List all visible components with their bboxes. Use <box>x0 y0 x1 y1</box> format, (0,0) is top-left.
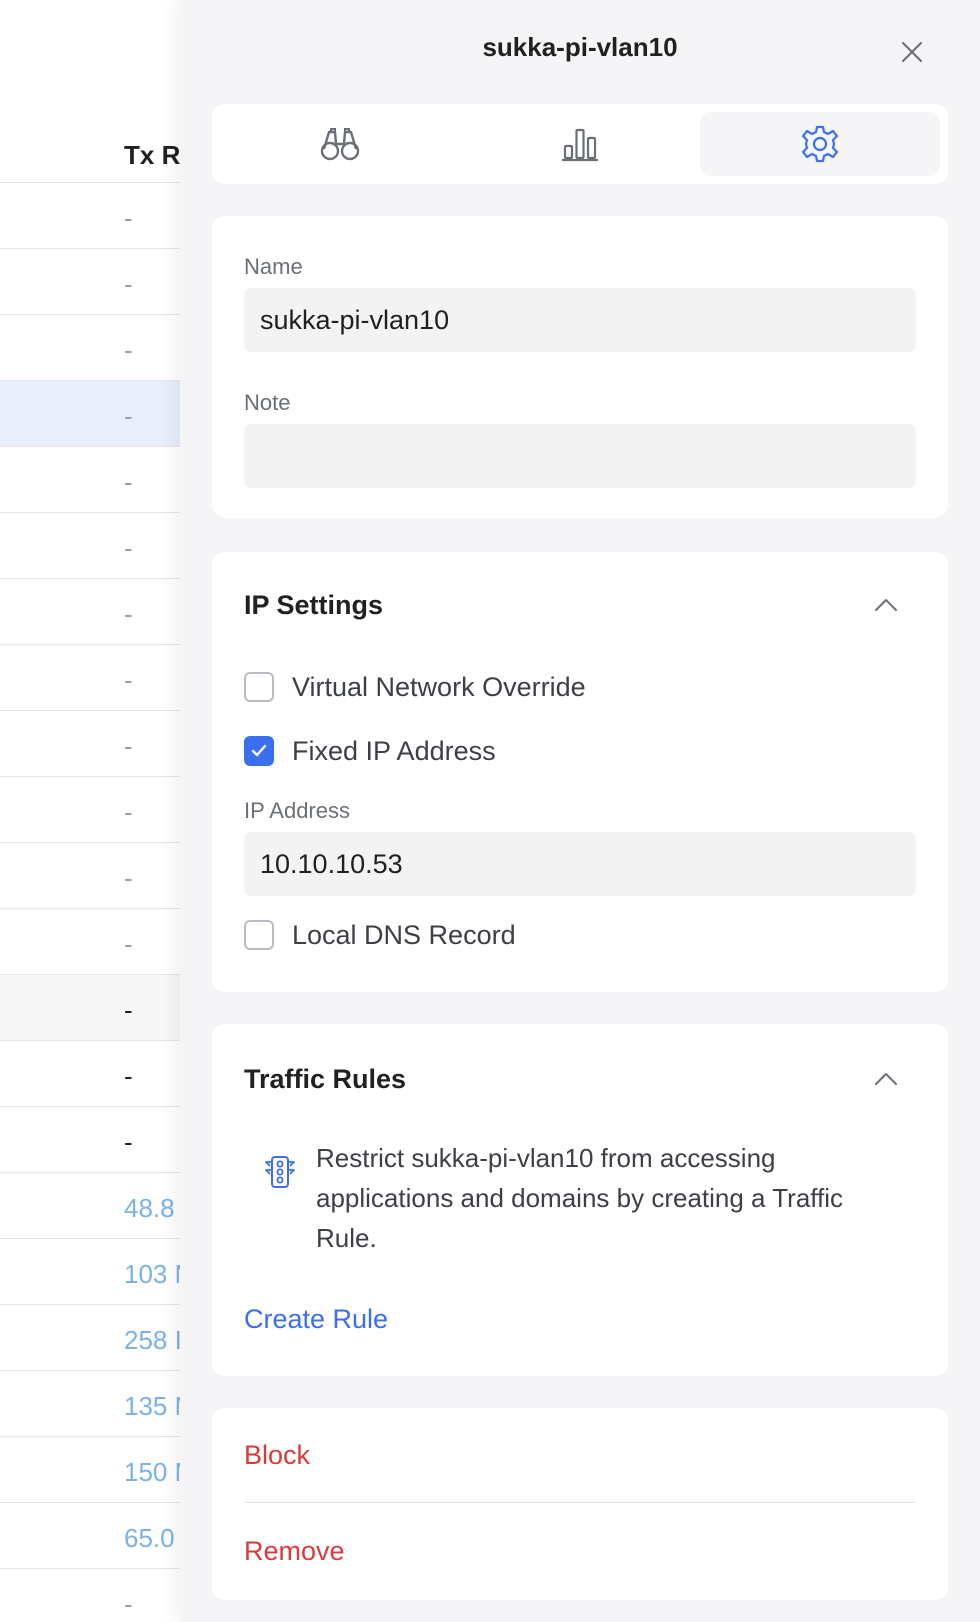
drawer-title: sukka-pi-vlan10 <box>482 32 678 62</box>
chevron-up-icon[interactable] <box>872 592 900 620</box>
chevron-up-icon[interactable] <box>872 1066 900 1094</box>
tab-settings[interactable] <box>700 112 940 176</box>
table-row[interactable]: - <box>0 512 190 578</box>
local-dns-record-label: Local DNS Record <box>292 919 516 950</box>
checkbox-box <box>244 672 274 702</box>
tab-statistics[interactable] <box>460 112 700 176</box>
table-row[interactable]: - <box>0 314 190 380</box>
table-row[interactable]: - <box>0 578 190 644</box>
ip-settings-title: IP Settings <box>244 590 384 620</box>
tx-rate-cell: - <box>124 467 133 497</box>
device-details-drawer: sukka-pi-vlan10 Name sukka-pi-vlan10 Not… <box>180 0 980 1622</box>
table-row[interactable]: 48.8 <box>0 1172 190 1238</box>
tx-rate-cell: - <box>124 533 133 563</box>
checkmark-icon <box>251 744 267 757</box>
tx-rate-cell: - <box>124 269 133 299</box>
table-row[interactable]: - <box>0 380 190 446</box>
binoculars-icon <box>320 128 360 161</box>
table-row[interactable]: - <box>0 710 190 776</box>
block-button[interactable]: Block <box>244 1440 310 1471</box>
gear-icon <box>801 125 839 163</box>
traffic-rule-description: Restrict sukka-pi-vlan10 from accessing … <box>316 1143 844 1253</box>
table-row[interactable]: - <box>0 1040 190 1106</box>
table-row[interactable]: - <box>0 248 190 314</box>
table-row[interactable]: 103 M <box>0 1238 190 1304</box>
tx-rate-cell: - <box>124 929 133 959</box>
device-table-background: Tx Ra - - - - - - - - - - - - - - -48.8 103 M 258 I 135 M… <box>0 0 190 1622</box>
remove-button[interactable]: Remove <box>244 1536 345 1567</box>
table-row[interactable]: - <box>0 974 190 1040</box>
traffic-light-icon <box>265 1156 295 1188</box>
tx-rate-cell: 65.0 <box>124 1523 175 1553</box>
table-row[interactable]: 135 M <box>0 1370 190 1436</box>
table-row[interactable]: 65.0 <box>0 1502 190 1568</box>
divider <box>244 1502 916 1503</box>
tx-rate-cell: - <box>124 995 133 1025</box>
table-row[interactable]: - <box>0 182 190 248</box>
table-row[interactable]: 258 I <box>0 1304 190 1370</box>
tx-rate-cell: - <box>124 797 133 827</box>
local-dns-record-checkbox[interactable]: Local DNS Record <box>244 918 516 952</box>
table-row[interactable]: 150 M <box>0 1436 190 1502</box>
table-row[interactable]: - <box>0 908 190 974</box>
table-row[interactable]: - <box>0 776 190 842</box>
checkbox-box <box>244 920 274 950</box>
ip-address-label: IP Address <box>244 798 350 823</box>
tx-rate-cell: - <box>124 1061 133 1091</box>
tx-rate-cell: - <box>124 1589 133 1619</box>
tx-rate-cell: - <box>124 665 133 695</box>
fixed-ip-address-checkbox[interactable]: Fixed IP Address <box>244 734 496 768</box>
note-label: Note <box>244 390 291 415</box>
table-row[interactable]: - <box>0 1568 190 1622</box>
tx-rate-cell: - <box>124 401 133 431</box>
traffic-rules-title: Traffic Rules <box>244 1064 407 1094</box>
note-input[interactable] <box>244 424 916 488</box>
fixed-ip-address-label: Fixed IP Address <box>292 735 496 766</box>
virtual-network-override-checkbox[interactable]: Virtual Network Override <box>244 670 586 704</box>
tx-rate-cell: - <box>124 335 133 365</box>
table-row[interactable]: - <box>0 644 190 710</box>
tab-overview[interactable] <box>220 112 460 176</box>
name-label: Name <box>244 254 303 279</box>
table-row[interactable]: - <box>0 1106 190 1172</box>
tx-rate-cell: - <box>124 599 133 629</box>
virtual-network-override-label: Virtual Network Override <box>292 671 586 702</box>
ip-settings-card: IP Settings Virtual Network Override Fix… <box>212 552 948 992</box>
table-row[interactable]: - <box>0 842 190 908</box>
tx-rate-cell: 258 I <box>124 1325 182 1355</box>
tx-rate-cell: - <box>124 731 133 761</box>
tx-rate-cell: - <box>124 863 133 893</box>
general-card: Name Note <box>212 216 948 518</box>
name-input[interactable] <box>244 288 916 352</box>
traffic-rules-card: Traffic Rules Restrict sukka-pi-vlan10 f… <box>212 1024 948 1376</box>
checkbox-box-checked <box>244 736 274 766</box>
ip-address-input[interactable] <box>244 832 916 896</box>
tx-rate-cell: 48.8 <box>124 1193 175 1223</box>
tx-rate-cell: - <box>124 1127 133 1157</box>
table-row[interactable]: - <box>0 446 190 512</box>
tx-rate-cell: - <box>124 203 133 233</box>
actions-card: Block Remove <box>212 1408 948 1600</box>
create-rule-link[interactable]: Create Rule <box>244 1304 388 1335</box>
close-icon <box>902 42 922 62</box>
close-button[interactable] <box>896 36 928 68</box>
bar-chart-icon <box>562 128 598 162</box>
drawer-tabs <box>212 104 948 184</box>
